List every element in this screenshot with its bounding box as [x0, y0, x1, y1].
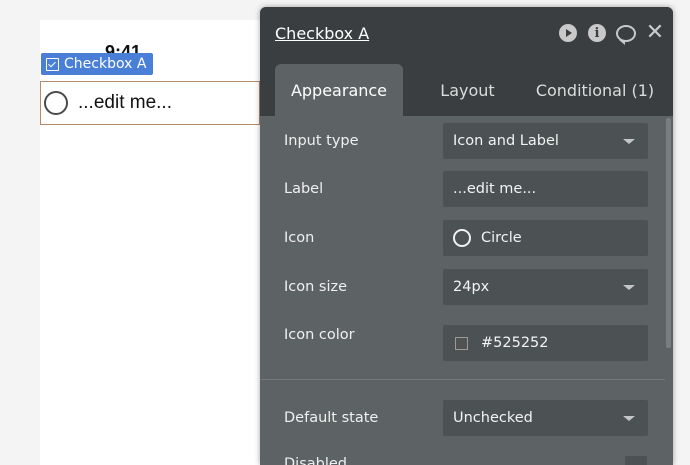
play-icon[interactable]	[558, 23, 578, 43]
tab-conditional[interactable]: Conditional (1)	[530, 64, 660, 116]
field-input-type: Input type Icon and Label	[260, 123, 665, 163]
panel-actions: i ✕	[558, 22, 665, 45]
input-type-select[interactable]: Icon and Label	[443, 123, 648, 159]
field-icon-size: Icon size 24px	[260, 269, 665, 309]
circle-icon	[453, 229, 471, 247]
section-divider	[260, 379, 665, 380]
label-label: Label	[284, 181, 324, 197]
chevron-down-icon	[623, 139, 635, 144]
label-value: ...edit me...	[453, 181, 537, 197]
checkbox-label: ...edit me...	[78, 92, 172, 113]
field-default-state: Default state Unchecked	[260, 400, 665, 440]
field-icon: Icon Circle	[260, 220, 665, 260]
icon-picker[interactable]: Circle	[443, 220, 648, 256]
field-label: Label ...edit me...	[260, 171, 665, 211]
default-state-value: Unchecked	[453, 410, 533, 426]
element-tag-label: Checkbox A	[64, 56, 147, 72]
icon-color-label: Icon color	[284, 327, 355, 343]
chevron-down-icon	[623, 285, 635, 290]
default-state-select[interactable]: Unchecked	[443, 400, 648, 436]
circle-icon	[44, 91, 68, 115]
info-icon[interactable]: i	[587, 23, 607, 43]
color-swatch[interactable]	[455, 336, 468, 350]
label-input[interactable]: ...edit me...	[443, 171, 648, 207]
icon-size-label: Icon size	[284, 279, 348, 295]
default-state-label: Default state	[284, 410, 379, 426]
icon-color-picker[interactable]: #525252	[443, 325, 648, 361]
field-icon-color: Icon color #525252	[260, 325, 665, 365]
panel-header: Checkbox A i ✕	[260, 7, 673, 60]
disabled-checkbox[interactable]	[625, 456, 647, 465]
input-type-label: Input type	[284, 133, 359, 149]
checkbox-element[interactable]: ...edit me...	[40, 81, 260, 125]
icon-color-value: #525252	[481, 335, 549, 351]
chevron-down-icon	[623, 416, 635, 421]
panel-scrollbar[interactable]	[666, 118, 671, 348]
icon-size-select[interactable]: 24px	[443, 269, 648, 305]
icon-label: Icon	[284, 230, 315, 246]
tab-appearance[interactable]: Appearance	[275, 64, 403, 116]
panel-title[interactable]: Checkbox A	[275, 24, 369, 43]
input-type-value: Icon and Label	[453, 133, 559, 149]
checkbox-icon	[46, 57, 59, 71]
icon-value: Circle	[481, 230, 522, 246]
comment-icon[interactable]	[616, 23, 636, 45]
element-tag[interactable]: Checkbox A	[41, 53, 154, 75]
panel-tabs: Appearance Layout Conditional (1)	[260, 60, 673, 116]
property-editor-panel: Checkbox A i ✕ Appearance Layout Conditi…	[260, 7, 673, 465]
icon-size-value: 24px	[453, 279, 490, 295]
disabled-label: Disabled	[284, 456, 347, 465]
close-icon[interactable]: ✕	[645, 22, 665, 44]
tab-layout[interactable]: Layout	[420, 64, 515, 116]
field-disabled: Disabled	[260, 448, 665, 465]
